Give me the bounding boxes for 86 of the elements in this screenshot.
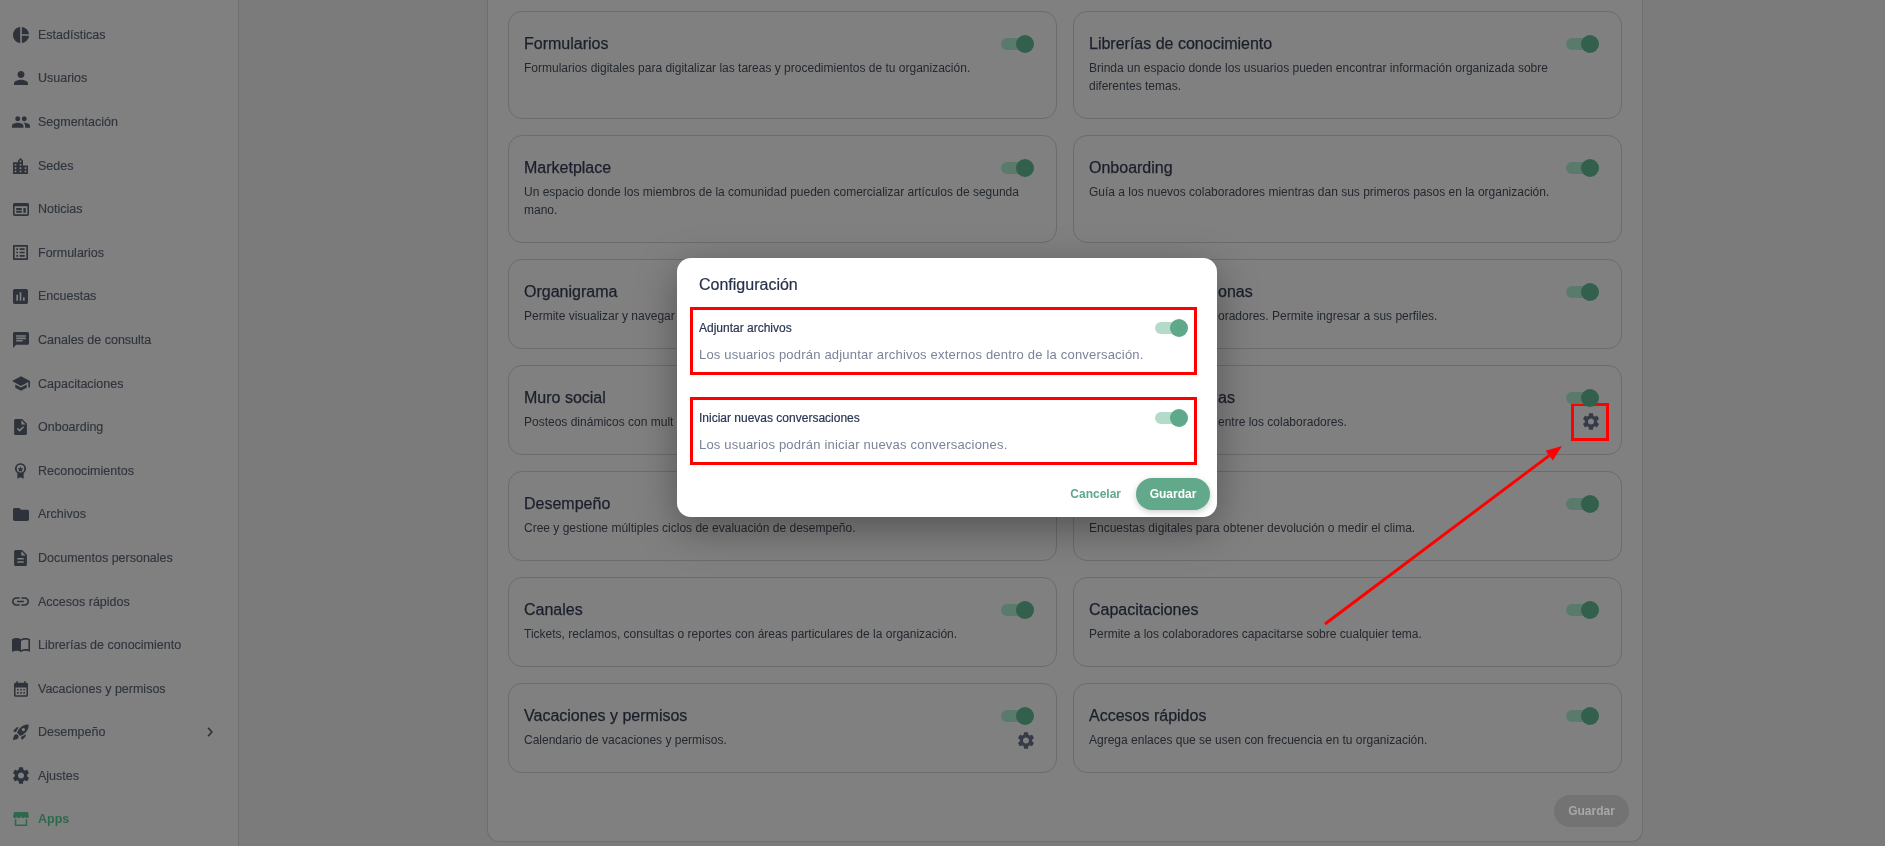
sidebar-item[interactable]: Usuarios	[0, 56, 238, 101]
setting-description: Los usuarios podrán iniciar nuevas conversaciones.	[699, 436, 1008, 454]
card-title: as	[1218, 388, 1235, 408]
card-description: Calendario de vacaciones y permisos.	[524, 732, 727, 749]
toggle-switch[interactable]	[1154, 319, 1188, 337]
setting-label: Iniciar nuevas conversaciones	[699, 410, 860, 427]
toggle-switch[interactable]	[1565, 283, 1599, 301]
toggle-switch[interactable]	[1565, 495, 1599, 513]
toggle-switch[interactable]	[1565, 707, 1599, 725]
setting-label: Adjuntar archivos	[699, 320, 792, 337]
sidebar-item[interactable]: Accesos rápidos	[0, 579, 238, 624]
toggle-switch[interactable]	[1000, 601, 1034, 619]
folder-icon	[12, 507, 29, 521]
card-description: Cree y gestione múltiples ciclos de evaluación de desempeño.	[524, 520, 856, 537]
card-description: Formularios digitales para digitalizar las tareas y procedimientos de tu organización.	[524, 60, 971, 77]
card-description: Encuestas digitales para obtener devolución o medir el clima.	[1089, 520, 1416, 537]
window-layout-icon	[12, 202, 29, 216]
card-title: Vacaciones y permisos	[524, 706, 688, 726]
setting-description: Los usuarios podrán adjuntar archivos externos dentro de la conversación.	[699, 346, 1144, 364]
toggle-switch[interactable]	[1565, 389, 1599, 407]
document-check-icon	[14, 419, 27, 436]
sidebar-item[interactable]: Segmentación	[0, 100, 238, 144]
card-title: Marketplace	[524, 158, 612, 178]
sidebar-item[interactable]: Vacaciones y permisos	[0, 666, 238, 711]
card-title: Accesos rápidos	[1089, 706, 1207, 726]
card-title: Formularios	[524, 34, 609, 54]
settings-icon[interactable]	[1583, 413, 1599, 430]
toggle-switch[interactable]	[1565, 159, 1599, 177]
card-description: Agrega enlaces que se usen con frecuencia en tu organización.	[1089, 732, 1428, 749]
people-icon	[11, 116, 30, 128]
card-title: Desempeño	[524, 494, 611, 514]
toggle-switch[interactable]	[1000, 35, 1034, 53]
sidebar-item[interactable]: Desempeño	[0, 710, 238, 755]
card-title: Librerías de conocimiento	[1089, 34, 1273, 54]
sidebar-item[interactable]: Formularios	[0, 230, 238, 275]
sidebar-item[interactable]: Canales de consulta	[0, 318, 238, 362]
sidebar-item[interactable]: Reconocimientos	[0, 448, 238, 493]
card-title: Muro social	[524, 388, 606, 408]
toggle-switch[interactable]	[1000, 707, 1034, 725]
toggle-switch[interactable]	[1000, 159, 1034, 177]
cancel-button[interactable]: Cancelar	[1070, 487, 1121, 501]
graduation-cap-icon	[11, 376, 30, 392]
sidebar-item[interactable]: Documentos personales	[0, 536, 238, 580]
card-description: Tickets, reclamos, consultas o reportes con áreas particulares de la organización.	[524, 626, 958, 643]
save-button[interactable]: Guardar	[1136, 478, 1210, 510]
chat-bubble-icon	[12, 331, 29, 348]
card-description: Un espacio donde los miembros de la comunidad pueden comercializar artículos de segunda mano.	[524, 184, 1020, 219]
sidebar-item[interactable]: Capacitaciones	[0, 361, 238, 406]
card-title: Organigrama	[524, 282, 618, 302]
rocket-icon	[12, 724, 29, 741]
card-title: Onboarding	[1089, 158, 1173, 178]
medal-icon	[15, 462, 26, 479]
bar-chart-icon	[13, 288, 28, 304]
settings-icon	[12, 767, 29, 785]
list-icon	[13, 245, 28, 261]
sidebar-item[interactable]: Noticias	[0, 187, 238, 231]
sidebar-item[interactable]: Onboarding	[0, 405, 238, 449]
person-icon	[13, 71, 28, 86]
dialog-title: Configuración	[699, 275, 798, 295]
card-description: entre los colaboradores.	[1218, 414, 1347, 431]
toggle-switch[interactable]	[1565, 35, 1599, 53]
sidebar-item[interactable]: Librerías de conocimiento	[0, 623, 238, 667]
toggle-switch[interactable]	[1154, 409, 1188, 427]
settings-icon[interactable]	[1018, 731, 1034, 749]
card-description: Permite a los colaboradores capacitarse sobre cualquier tema.	[1089, 626, 1422, 643]
sidebar-item[interactable]: Ajustes	[0, 754, 238, 798]
open-book-icon	[11, 638, 30, 653]
pie-chart-icon	[12, 26, 29, 43]
card-title: Capacitaciones	[1089, 600, 1199, 620]
card-description: Guía a los nuevos colaboradores mientras dan sus primeros pasos en la organización.	[1089, 184, 1550, 201]
card-description: Permite visualizar y navegar	[524, 308, 675, 325]
storefront-icon	[12, 812, 29, 827]
sidebar-item[interactable]: Sedes	[0, 143, 238, 188]
calendar-icon	[13, 680, 28, 697]
card-title: onas	[1218, 282, 1253, 302]
sidebar-item[interactable]: Estadísticas	[0, 13, 238, 57]
card-title: Canales	[524, 600, 583, 620]
sidebar-item[interactable]: Archivos	[0, 492, 238, 537]
sidebar-item[interactable]: Encuestas	[0, 274, 238, 319]
card-description: Brinda un espacio donde los usuarios pueden encontrar información organizada sobre diferentes temas.	[1089, 60, 1549, 95]
card-description: oradores. Permite ingresar a sus perfiles.	[1218, 308, 1438, 325]
card-description: Posteos dinámicos con mult	[524, 414, 674, 431]
document-icon	[14, 549, 27, 566]
buildings-icon	[13, 157, 28, 174]
toggle-switch[interactable]	[1565, 601, 1599, 619]
link-icon	[12, 597, 29, 606]
